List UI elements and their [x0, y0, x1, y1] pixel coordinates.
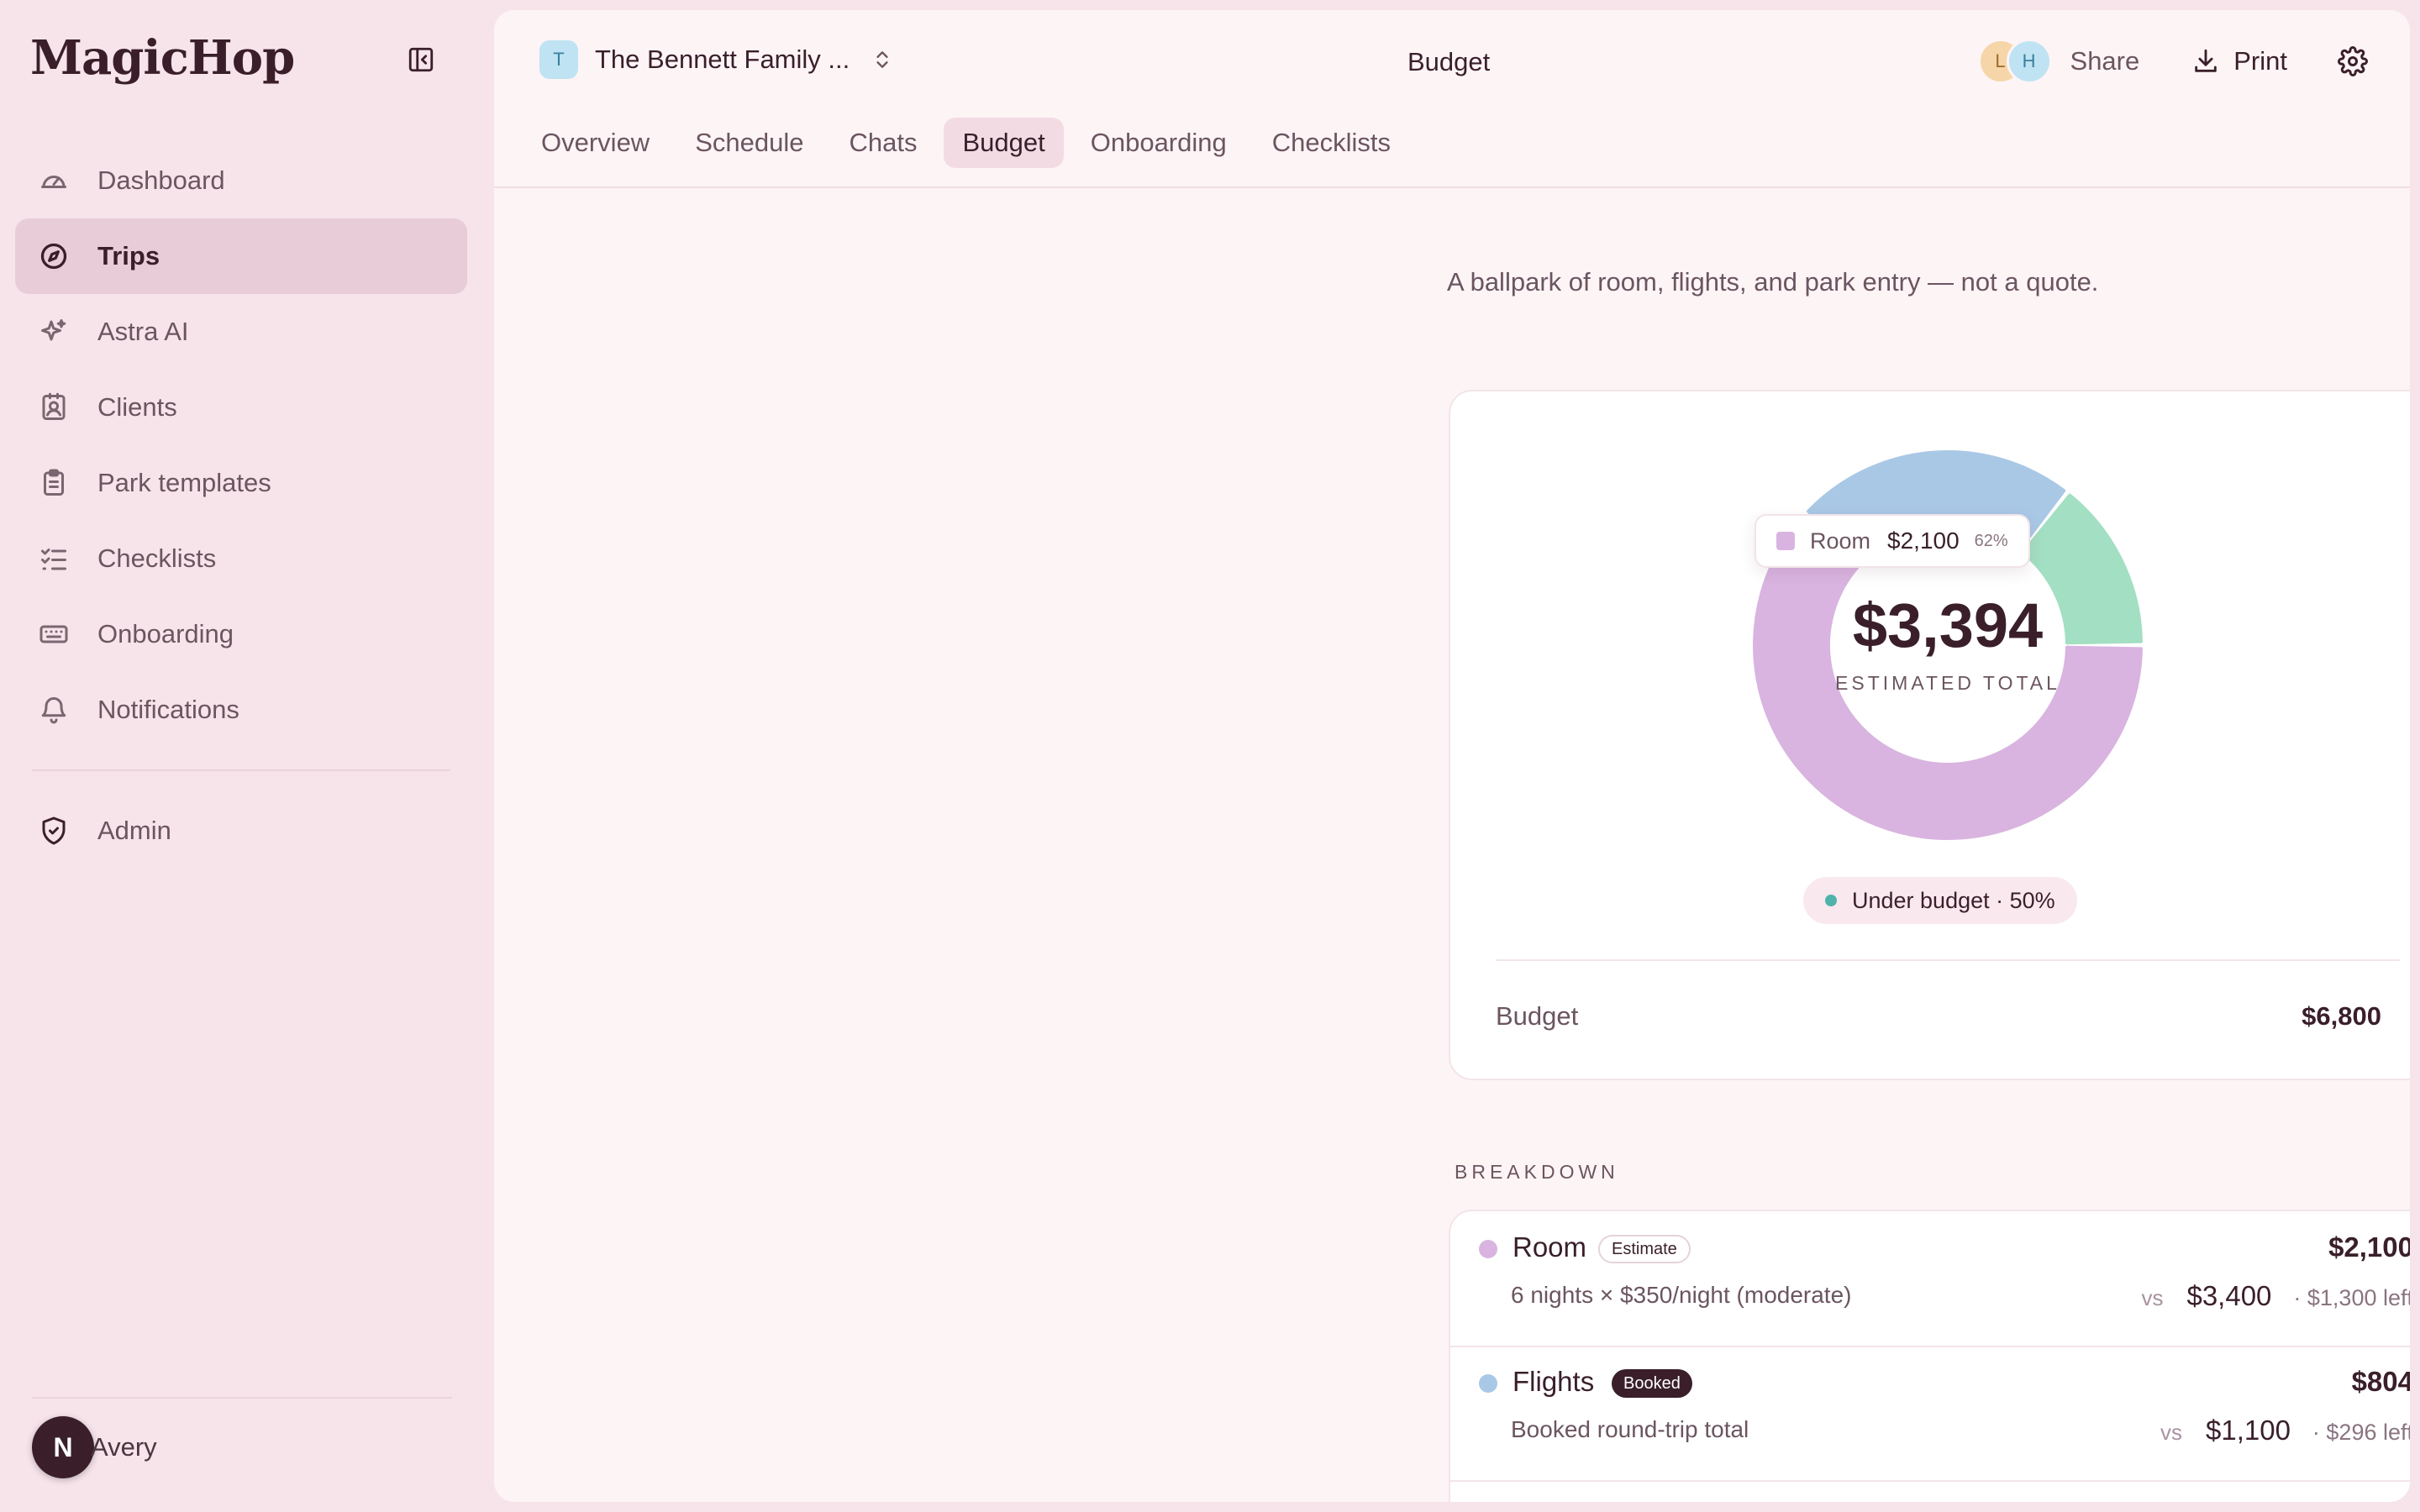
collaborator-avatar[interactable]: H — [2006, 39, 2052, 84]
header-actions: L H Share Print — [1977, 39, 2368, 84]
budget-summary-card: $3,394 ESTIMATED TOTAL Room $2,100 62% U… — [1449, 390, 2410, 1080]
avatar[interactable]: N — [32, 1416, 94, 1478]
category-name: Room — [1512, 1231, 1587, 1263]
tooltip-value: $2,100 — [1887, 528, 1960, 554]
tooltip-percent: 62% — [1974, 531, 2008, 550]
list-item[interactable]: Flights Booked $804 Booked round-trip to… — [1450, 1346, 2410, 1482]
sparkles-icon — [41, 319, 66, 341]
tab-schedule[interactable]: Schedule — [676, 118, 822, 168]
sidebar-bottom-divider — [32, 1397, 452, 1399]
share-button[interactable]: Share — [2070, 46, 2140, 76]
category-target: vs $1,100 · $296 left — [2160, 1415, 2410, 1446]
sidebar-item-admin[interactable]: Admin — [15, 793, 467, 869]
contact-card-icon — [42, 392, 66, 420]
sidebar: MagicHop Dashboard Trips Astra AI Client… — [0, 0, 487, 1512]
sidebar-item-clients[interactable]: Clients — [15, 370, 467, 445]
card-divider — [1496, 959, 2400, 961]
sidebar-item-onboarding[interactable]: Onboarding — [15, 596, 467, 672]
tab-overview[interactable]: Overview — [523, 118, 668, 168]
sidebar-item-label: Notifications — [97, 695, 239, 724]
breakdown-list: Room Estimate $2,100 6 nights × $350/nig… — [1449, 1210, 2410, 1502]
list-item[interactable]: Room Estimate $2,100 6 nights × $350/nig… — [1450, 1211, 2410, 1347]
booked-badge: Booked — [1612, 1369, 1692, 1398]
sidebar-item-notifications[interactable]: Notifications — [15, 672, 467, 748]
sidebar-item-checklists[interactable]: Checklists — [15, 521, 467, 596]
compass-icon — [40, 243, 67, 270]
list-checks-icon — [41, 549, 66, 570]
sidebar-item-label: Park templates — [97, 468, 271, 497]
tooltip-category: Room — [1810, 528, 1871, 554]
remaining-amount: · $296 left — [2312, 1420, 2410, 1445]
shield-check-icon — [42, 816, 66, 845]
category-amount: $804 — [2351, 1366, 2410, 1397]
sidebar-item-dashboard[interactable]: Dashboard — [15, 143, 467, 218]
chevron-up-down-icon — [876, 51, 888, 68]
estimate-badge: Estimate — [1598, 1235, 1691, 1263]
category-amount: $2,100 — [2328, 1231, 2410, 1263]
vs-label: vs — [2141, 1285, 2164, 1310]
breakdown-heading: BREAKDOWN — [1455, 1161, 1619, 1183]
tooltip-swatch — [1776, 532, 1795, 550]
top-bar: T The Bennett Family ... Budget L H Shar… — [494, 10, 2410, 188]
sidebar-item-trips[interactable]: Trips — [15, 218, 467, 294]
keyboard-icon — [39, 625, 68, 643]
print-label: Print — [2233, 46, 2287, 76]
sidebar-item-park-templates[interactable]: Park templates — [15, 445, 467, 521]
bell-icon — [41, 697, 66, 724]
sidebar-toggle-icon — [408, 47, 434, 72]
sidebar-item-label: Clients — [97, 392, 177, 422]
trip-badge: T — [539, 40, 578, 79]
category-name: Flights — [1512, 1366, 1595, 1397]
clipboard-icon — [44, 469, 64, 496]
budget-subtitle: A ballpark of room, flights, and park en… — [1447, 267, 2099, 297]
status-dot — [1825, 895, 1837, 906]
collapse-sidebar-button[interactable] — [405, 44, 437, 76]
target-amount[interactable]: $3,400 — [2186, 1280, 2271, 1312]
tab-checklists[interactable]: Checklists — [1254, 118, 1409, 168]
status-badge: Under budget · 50% — [1803, 877, 2077, 924]
vs-label: vs — [2160, 1420, 2182, 1445]
budget-value[interactable]: $6,800 — [2302, 1001, 2381, 1032]
sidebar-item-label: Dashboard — [97, 165, 225, 195]
page-title: Budget — [1407, 47, 1491, 76]
main-panel: T The Bennett Family ... Budget L H Shar… — [494, 10, 2410, 1502]
app-logo: MagicHop — [30, 30, 295, 86]
sidebar-item-label: Trips — [97, 241, 160, 270]
sidebar-divider — [32, 769, 450, 771]
trip-name: The Bennett Family ... — [595, 45, 850, 74]
sidebar-nav: Dashboard Trips Astra AI Clients Park te… — [15, 143, 467, 869]
sidebar-item-label: Onboarding — [97, 619, 234, 648]
status-text: Under budget · 50% — [1852, 887, 2055, 913]
category-dot — [1479, 1374, 1497, 1393]
user-name: Avery — [91, 1432, 157, 1462]
target-amount[interactable]: $1,100 — [2206, 1415, 2291, 1446]
download-icon — [2195, 49, 2217, 72]
sidebar-item-label: Admin — [97, 816, 171, 845]
trip-selector[interactable]: T The Bennett Family ... — [539, 40, 893, 79]
print-button[interactable]: Print — [2191, 46, 2287, 76]
tab-onboarding[interactable]: Onboarding — [1072, 118, 1245, 168]
tab-budget[interactable]: Budget — [944, 118, 1064, 168]
chart-tooltip: Room $2,100 62% — [1754, 514, 2030, 568]
category-description: 6 nights × $350/night (moderate) — [1511, 1282, 1852, 1308]
gear-icon[interactable] — [2338, 46, 2368, 76]
category-dot — [1479, 1240, 1497, 1258]
estimated-total: $3,394 — [1852, 591, 2044, 660]
tab-bar: Overview Schedule Chats Budget Onboardin… — [523, 118, 1418, 168]
category-description: Booked round-trip total — [1511, 1416, 1749, 1442]
budget-label: Budget — [1496, 1001, 1579, 1031]
user-menu[interactable]: N Avery — [32, 1416, 157, 1478]
estimated-total-label: ESTIMATED TOTAL — [1835, 672, 2060, 694]
tab-chats[interactable]: Chats — [830, 118, 935, 168]
category-target: vs $3,400 · $1,300 left — [2141, 1280, 2410, 1312]
sidebar-item-label: Astra AI — [97, 317, 189, 346]
remaining-amount: · $1,300 left — [2293, 1285, 2410, 1310]
gauge-icon — [41, 176, 66, 188]
sidebar-item-label: Checklists — [97, 543, 217, 573]
sidebar-item-astra-ai[interactable]: Astra AI — [15, 294, 467, 370]
